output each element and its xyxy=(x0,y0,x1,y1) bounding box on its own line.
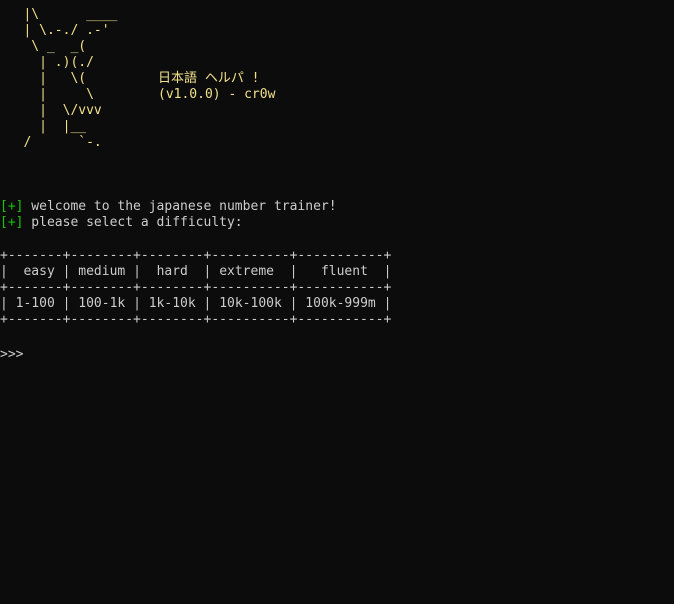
status-tag: [+] xyxy=(0,215,24,230)
message-text: please select a difficulty: xyxy=(23,215,243,230)
range-fluent: 100k-999m xyxy=(305,296,376,311)
range-easy: 1-100 xyxy=(15,296,55,311)
col-extreme: extreme xyxy=(219,264,274,279)
col-easy: easy xyxy=(23,264,55,279)
status-tag: [+] xyxy=(0,199,24,214)
message-text: welcome to the japanese number trainer! xyxy=(23,199,337,214)
range-hard: 1k-10k xyxy=(148,296,196,311)
ascii-art-logo: |\ ____ | \.-./ .-' \ _ _( | .)(./ | \( … xyxy=(23,7,118,150)
range-extreme: 10k-100k xyxy=(219,296,282,311)
range-medium: 100-1k xyxy=(78,296,126,311)
prompt-symbol: >>> xyxy=(0,347,24,362)
table-border: +-------+--------+--------+----------+--… xyxy=(0,312,392,327)
text-cursor xyxy=(23,344,24,358)
difficulty-table: +-------+--------+--------+----------+--… xyxy=(0,248,392,327)
command-prompt[interactable]: >>> xyxy=(0,344,24,363)
table-border: +-------+--------+--------+----------+--… xyxy=(0,280,392,295)
terminal-window[interactable]: |\ ____ | \.-./ .-' \ _ _( | .)(./ | \( … xyxy=(0,0,674,604)
col-fluent: fluent xyxy=(320,264,368,279)
welcome-message: [+] welcome to the japanese number train… xyxy=(0,199,337,215)
app-title: 日本語 ヘルパ ! xyxy=(158,71,260,86)
select-difficulty-message: [+] please select a difficulty: xyxy=(0,215,243,231)
app-version: (v1.0.0) - cr0w xyxy=(158,87,276,102)
col-hard: hard xyxy=(156,264,188,279)
table-border: +-------+--------+--------+----------+--… xyxy=(0,248,392,263)
col-medium: medium xyxy=(78,264,126,279)
